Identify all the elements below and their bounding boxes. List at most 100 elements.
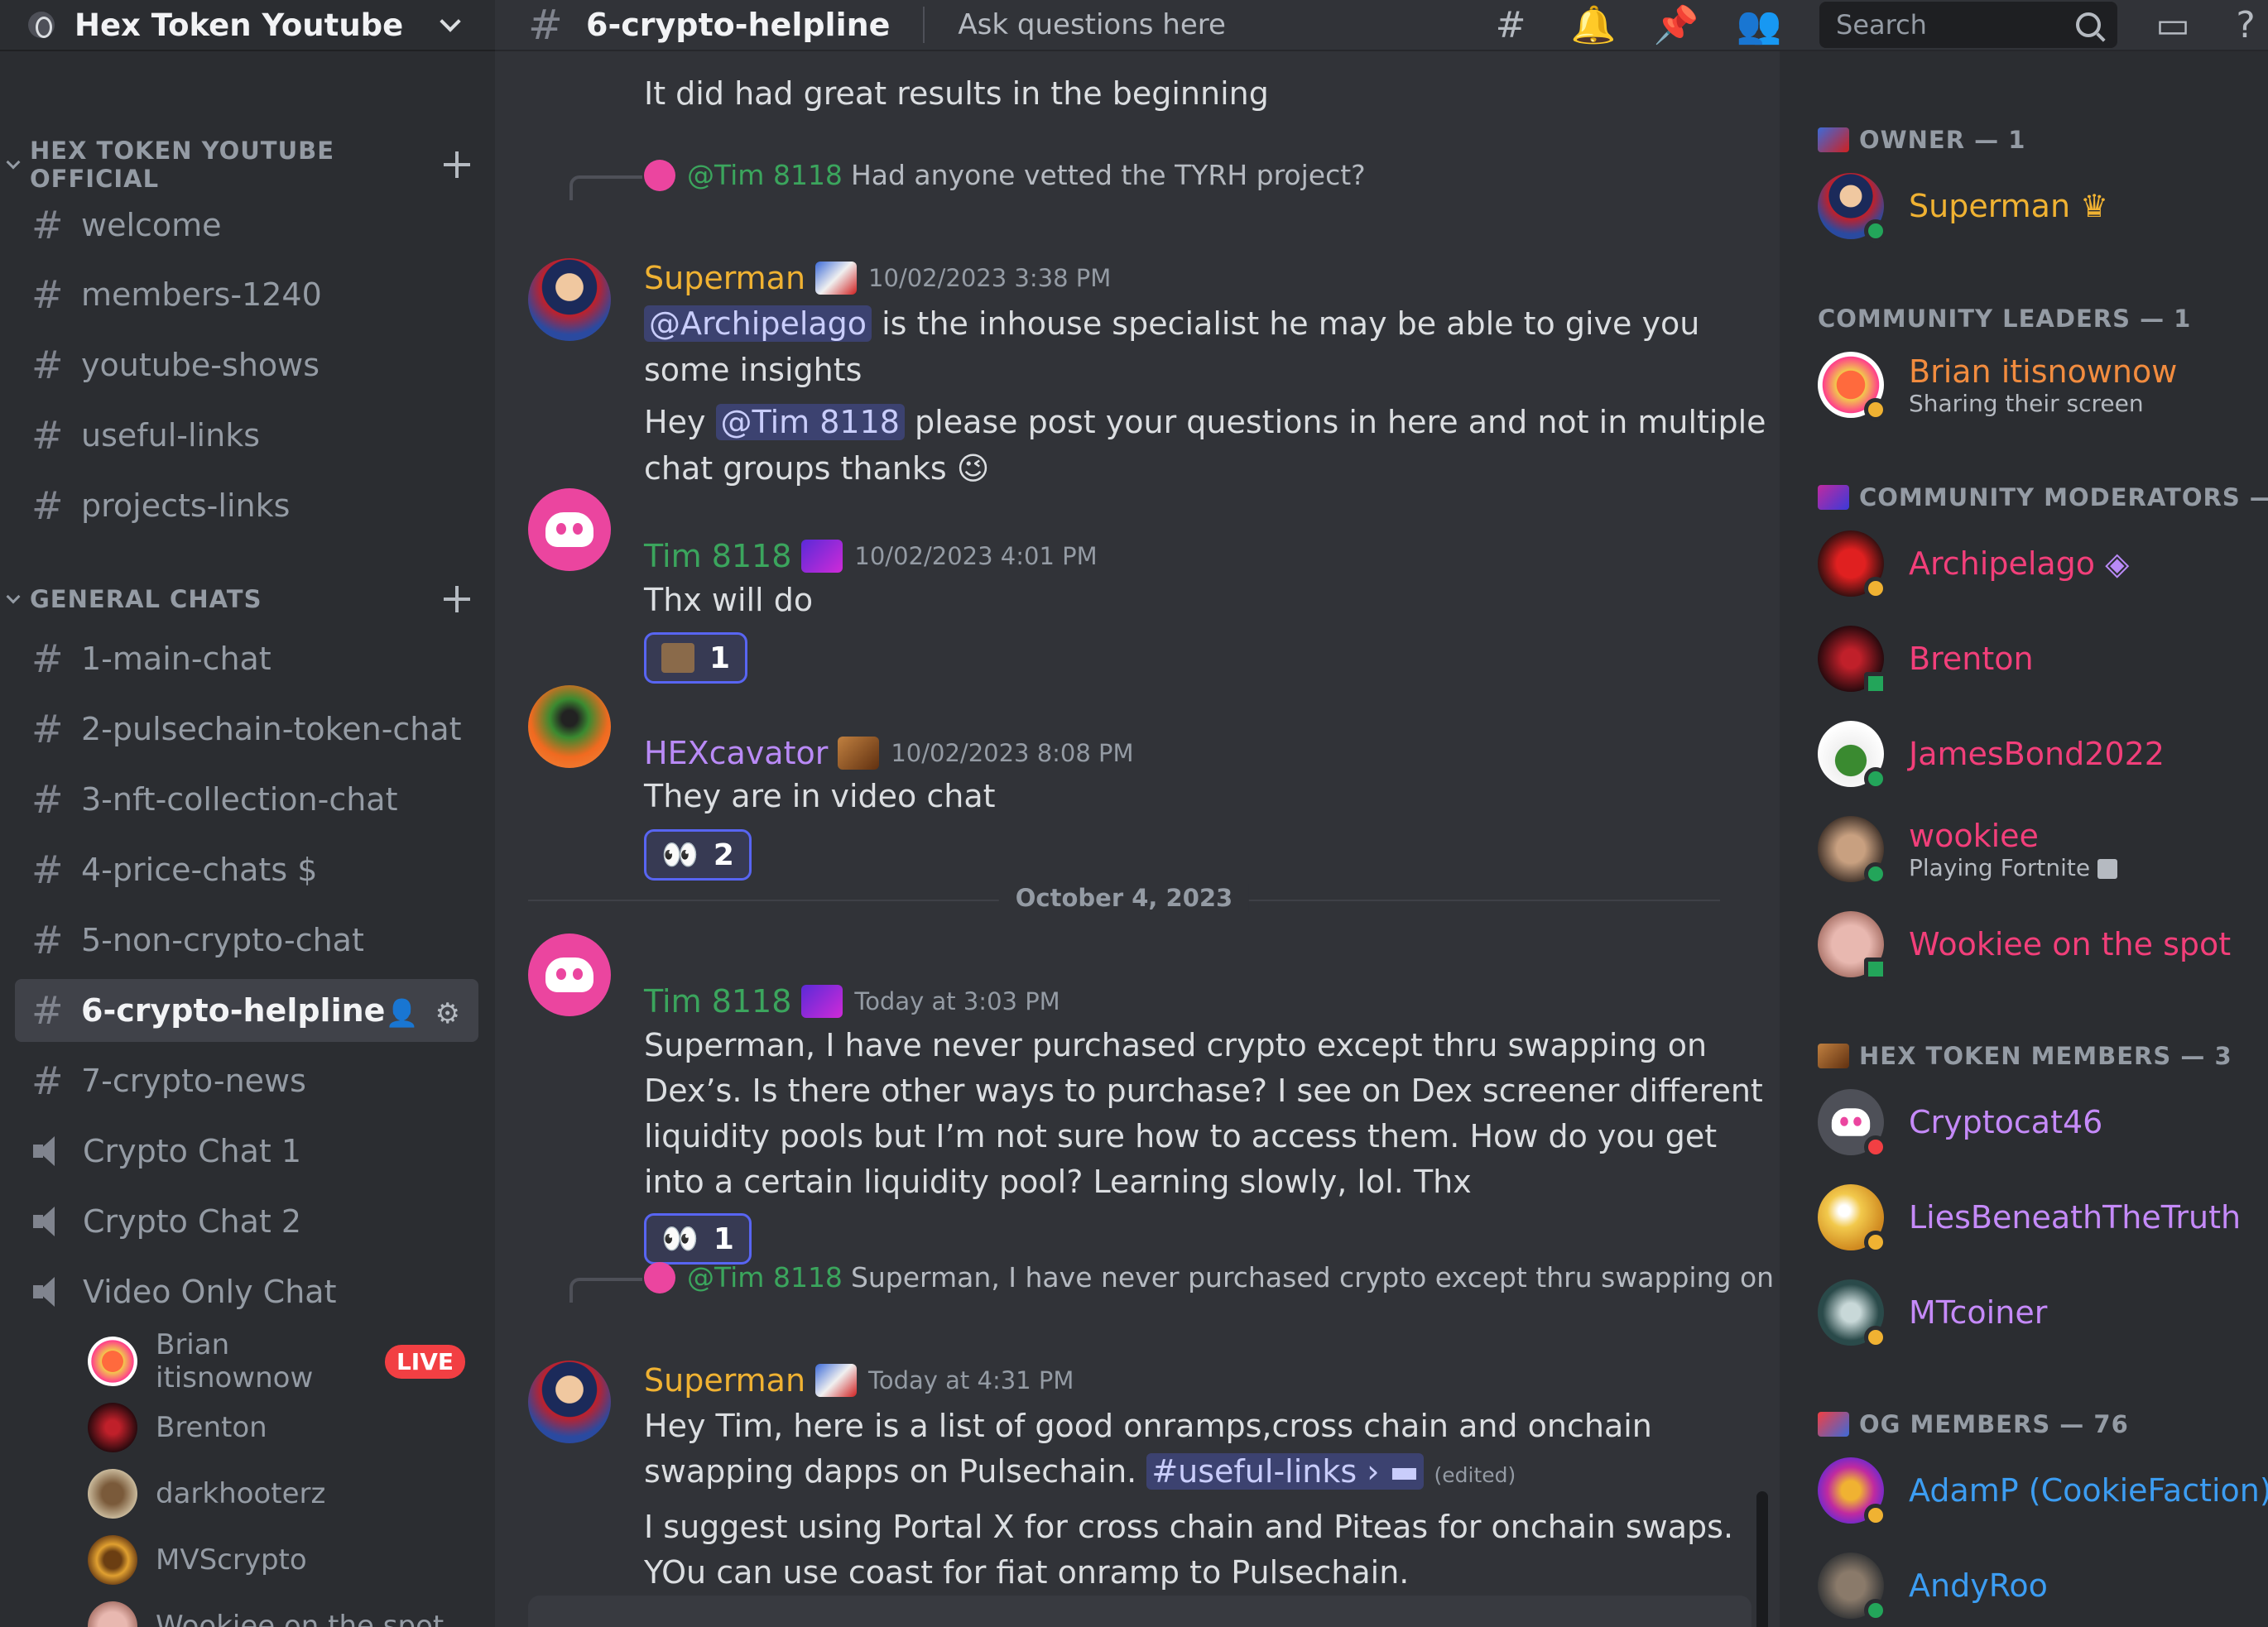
threads-icon[interactable]: # — [1488, 2, 1533, 47]
avatar — [1818, 721, 1887, 790]
server-header[interactable]: Hex Token Youtube — [0, 0, 495, 51]
hash-icon: # — [31, 343, 64, 387]
avatar — [88, 1469, 137, 1519]
reaction-count: 1 — [709, 641, 731, 675]
channel-projects-links[interactable]: # projects-links — [15, 474, 478, 537]
channel-label: 4-price-chats $ — [81, 852, 318, 888]
status-idle-icon — [1864, 1231, 1887, 1254]
channel-3-nft[interactable]: #3-nft-collection-chat — [15, 768, 478, 831]
hash-icon: # — [31, 272, 64, 317]
role-icon — [1818, 1412, 1849, 1437]
reaction[interactable]: 👀 1 — [644, 1213, 752, 1265]
channel-6-crypto-helpline[interactable]: #6-crypto-helpline 👤 ⚙ — [15, 979, 478, 1042]
message-input[interactable] — [528, 1596, 1751, 1627]
message-text: I suggest using Portal X for cross chain… — [644, 1509, 1734, 1545]
voice-user[interactable]: darkhooterz — [88, 1463, 477, 1524]
member-item[interactable]: Brian itisnownow Sharing their screen — [1818, 349, 2265, 421]
channel-5-non-crypto[interactable]: #5-non-crypto-chat — [15, 909, 478, 972]
member-item[interactable]: wookiee Playing Fortnite — [1818, 814, 2265, 885]
help-icon[interactable]: ? — [2223, 2, 2268, 47]
search-input[interactable]: Search — [1819, 2, 2117, 48]
avatar — [88, 1403, 137, 1452]
reply-preview[interactable]: @Tim 8118 Had anyone vetted the TYRH pro… — [644, 159, 1366, 191]
username[interactable]: Tim 8118 — [644, 983, 791, 1020]
user-mention[interactable]: @Archipelago — [644, 305, 872, 342]
reply-spine — [569, 1278, 642, 1303]
member-item[interactable]: AndyRoo — [1818, 1550, 2265, 1622]
channel-label: youtube-shows — [81, 347, 320, 383]
member-item[interactable]: MTcoiner — [1818, 1277, 2265, 1349]
member-item[interactable]: LiesBeneathTheTruth — [1818, 1182, 2265, 1254]
face-emoji-icon — [661, 643, 694, 673]
channel-useful-links[interactable]: # useful-links — [15, 404, 478, 467]
member-item[interactable]: Superman ♛ — [1818, 170, 2265, 242]
avatar[interactable] — [528, 258, 611, 341]
channel-youtube-shows[interactable]: # youtube-shows — [15, 334, 478, 396]
reply-text: Had anyone vetted the TYRH project? — [850, 159, 1366, 191]
create-channel-icon[interactable] — [440, 148, 473, 181]
members-icon[interactable]: 👥 — [1737, 2, 1782, 47]
channel-1-main-chat[interactable]: #1-main-chat — [15, 627, 478, 690]
voice-user[interactable]: MVScrypto — [88, 1529, 477, 1591]
chevron-down-icon[interactable] — [434, 8, 467, 41]
avatar — [1818, 1279, 1887, 1349]
channel-7-crypto-news[interactable]: #7-crypto-news — [15, 1049, 478, 1112]
voice-user[interactable]: Wookiee on the spot — [88, 1596, 477, 1627]
channel-2-pulsechain[interactable]: #2-pulsechain-token-chat — [15, 698, 478, 761]
inbox-icon[interactable]: ▭ — [2150, 2, 2195, 47]
channel-label: 3-nft-collection-chat — [81, 781, 398, 818]
role-icon — [815, 1364, 858, 1397]
member-item[interactable]: JamesBond2022 — [1818, 718, 2265, 790]
voice-user-name: Brenton — [156, 1411, 267, 1444]
reply-preview[interactable]: @Tim 8118 Superman, I have never purchas… — [644, 1261, 1780, 1293]
member-item[interactable]: Wookiee on the spot — [1818, 909, 2265, 981]
channel-label: 1-main-chat — [81, 641, 271, 677]
avatar[interactable] — [528, 933, 611, 1016]
username[interactable]: HEXcavator — [644, 735, 828, 771]
status-mobile-icon — [1864, 672, 1887, 695]
member-item[interactable]: AdamP (CookieFaction) — [1818, 1455, 2268, 1527]
voice-video-only-chat[interactable]: Video Only Chat — [15, 1260, 478, 1323]
user-mention[interactable]: @Tim 8118 — [715, 404, 905, 440]
member-name: Wookiee on the spot — [1909, 926, 2232, 962]
channel-members[interactable]: # members-1240 — [15, 263, 478, 326]
avatar[interactable] — [528, 488, 611, 571]
channel-link[interactable]: #useful-links › ▬ — [1146, 1453, 1425, 1490]
scrollbar[interactable] — [1756, 1491, 1768, 1627]
category-hex-token-youtube-official[interactable]: HEX TOKEN YOUTUBE OFFICIAL — [0, 137, 495, 193]
member-item[interactable]: Archipelago ◈ — [1818, 528, 2265, 600]
username[interactable]: Superman — [644, 260, 805, 296]
channel-welcome[interactable]: # welcome — [15, 194, 478, 257]
reaction[interactable]: 👀 2 — [644, 829, 752, 881]
avatar[interactable] — [528, 685, 611, 768]
create-channel-icon[interactable] — [440, 583, 473, 616]
status-idle-icon — [1864, 1504, 1887, 1527]
discord-logo-icon — [545, 512, 593, 547]
invite-icon[interactable]: 👤 — [386, 997, 419, 1030]
channel-4-price[interactable]: #4-price-chats $ — [15, 838, 478, 901]
bell-icon[interactable]: 🔔 — [1571, 2, 1617, 47]
username[interactable]: Superman — [644, 1362, 805, 1399]
channel-label: 5-non-crypto-chat — [81, 922, 364, 958]
reaction[interactable]: 1 — [644, 632, 748, 684]
member-name: wookiee — [1909, 817, 2039, 854]
message-text: Thx will do — [644, 582, 814, 618]
hash-icon: # — [31, 1058, 64, 1103]
username[interactable]: Tim 8118 — [644, 538, 791, 574]
message-text: some insights — [644, 352, 863, 388]
member-name: Superman ♛ — [1909, 188, 2108, 224]
role-icon — [815, 262, 858, 295]
member-name: AndyRoo — [1909, 1567, 2048, 1604]
avatar[interactable] — [528, 1361, 611, 1443]
gear-icon[interactable]: ⚙ — [435, 997, 460, 1030]
voice-user[interactable]: Brian itisnownow LIVE — [88, 1328, 477, 1394]
channel-topic[interactable]: Ask questions here — [958, 8, 1488, 41]
category-general-chats[interactable]: GENERAL CHATS — [0, 577, 495, 622]
member-item[interactable]: Cryptocat46 — [1818, 1087, 2265, 1159]
voice-crypto-chat-1[interactable]: Crypto Chat 1 — [15, 1120, 478, 1183]
voice-user[interactable]: Brenton — [88, 1397, 477, 1458]
member-item[interactable]: Brenton — [1818, 623, 2265, 695]
voice-crypto-chat-2[interactable]: Crypto Chat 2 — [15, 1190, 478, 1253]
hash-icon: # — [31, 636, 64, 681]
pin-icon[interactable]: 📌 — [1654, 2, 1699, 47]
